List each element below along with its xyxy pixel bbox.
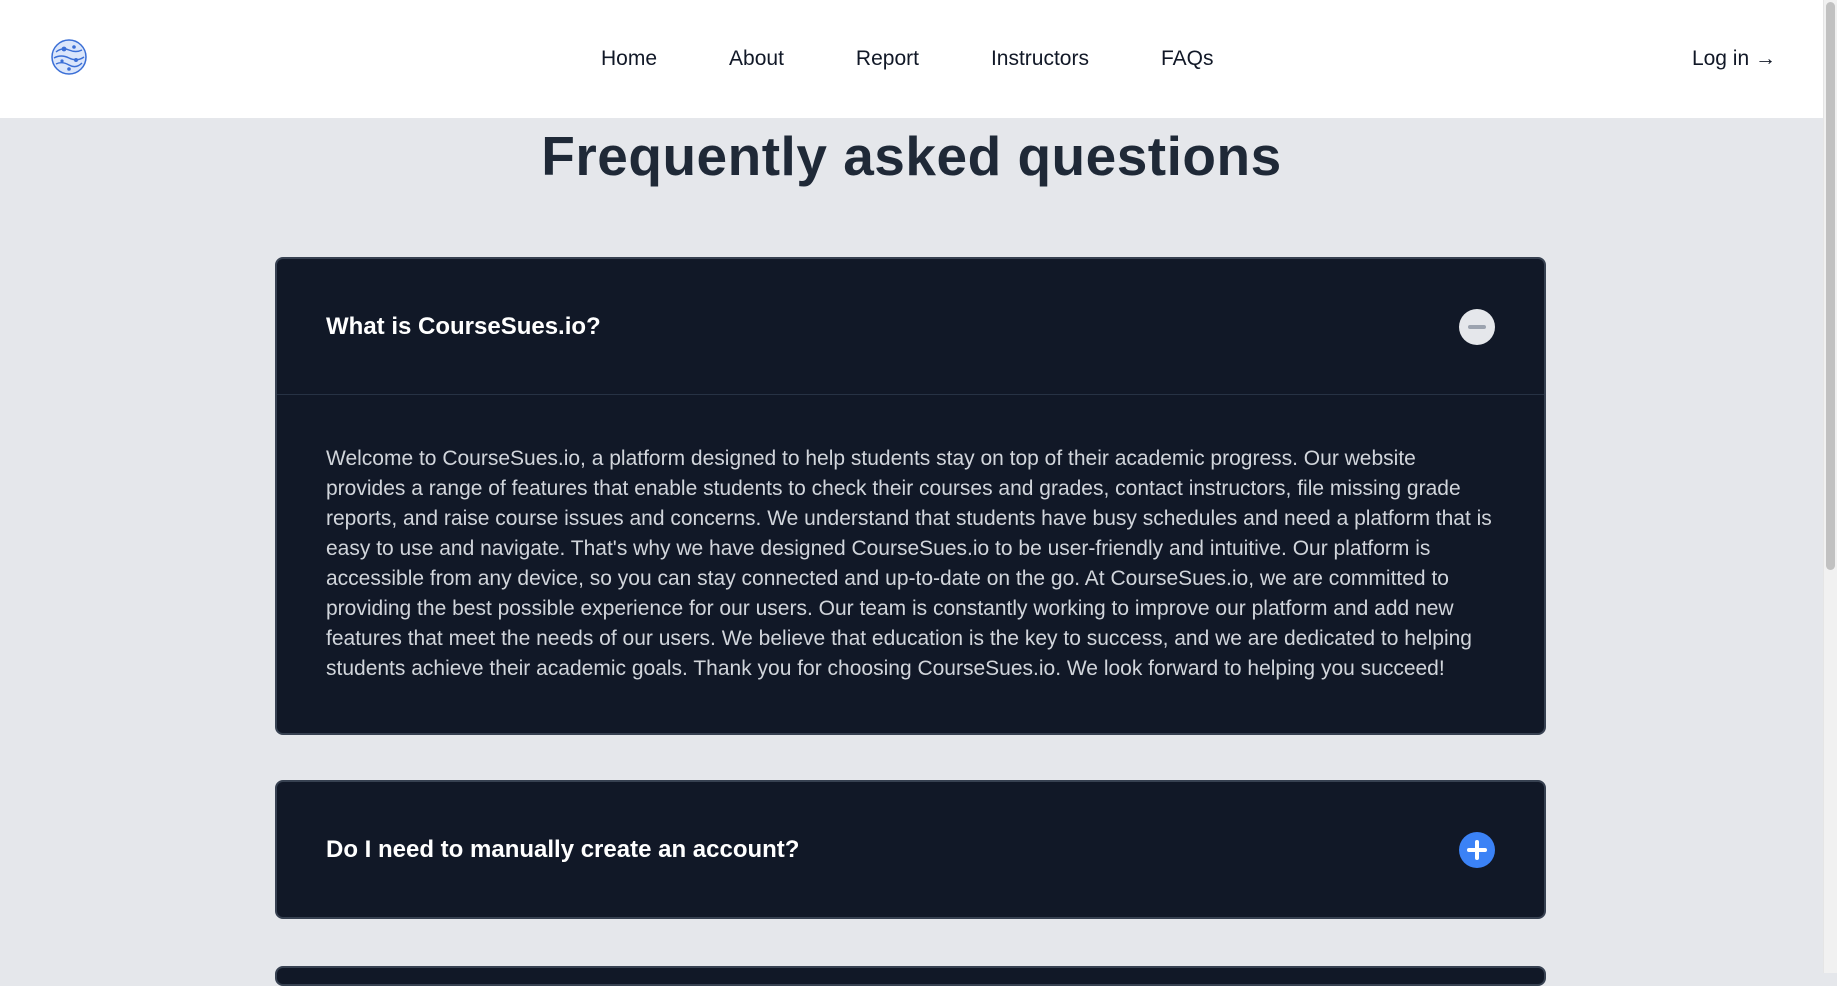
nav-link-home[interactable]: Home [601,47,657,71]
nav-link-instructors[interactable]: Instructors [991,47,1089,71]
faq-answer: Welcome to CourseSues.io, a platform des… [326,447,1492,680]
faq-question: Do I need to manually create an account? [326,835,800,863]
main-nav: Home About Report Instructors FAQs [601,0,1214,118]
faq-item-collapsed: Do I need to manually create an account? [275,780,1546,919]
page-scrollbar[interactable] [1823,0,1837,973]
faq-question: What is CourseSues.io? [326,312,601,340]
faq-item-next-partial [275,966,1546,986]
nav-link-faqs[interactable]: FAQs [1161,47,1214,71]
nav-link-about[interactable]: About [729,47,784,71]
page-title: Frequently asked questions [541,125,1282,187]
top-navbar: Home About Report Instructors FAQs Log i… [0,0,1823,118]
globe-logo-icon[interactable] [50,38,88,76]
login-link[interactable]: Log in → [1692,0,1776,118]
scrollbar-thumb[interactable] [1826,2,1835,570]
nav-link-report[interactable]: Report [856,47,919,71]
minus-circle-icon[interactable] [1459,308,1495,345]
faq-question-row[interactable]: Do I need to manually create an account? [277,782,1544,917]
faq-item-expanded: What is CourseSues.io? Welcome to Course… [275,257,1546,735]
faq-question-row[interactable]: What is CourseSues.io? [277,259,1544,394]
plus-circle-icon[interactable] [1459,831,1495,868]
